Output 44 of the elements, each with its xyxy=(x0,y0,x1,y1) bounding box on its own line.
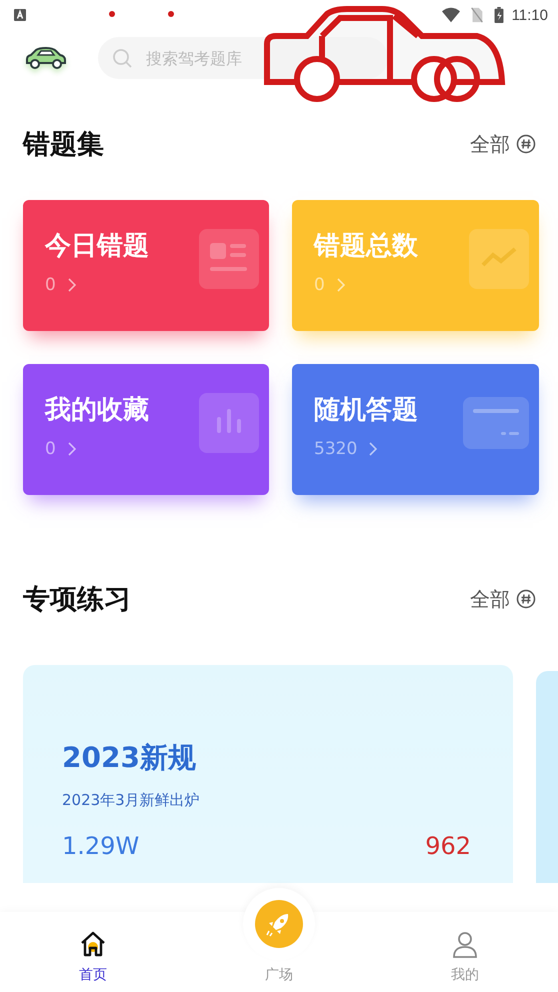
view-all-link[interactable]: 全部 xyxy=(470,586,536,612)
card-icon xyxy=(463,397,529,449)
tab-item[interactable]: 我的 xyxy=(420,930,510,984)
card-title: 我的收藏 xyxy=(45,394,149,427)
stat-value: 1.29W xyxy=(62,832,140,860)
card-count: 5320 xyxy=(314,439,358,459)
category-card[interactable]: 我的收藏 0 xyxy=(23,364,269,495)
view-all-link[interactable]: 全部 xyxy=(470,130,536,158)
category-card[interactable]: 今日错题 0 xyxy=(23,200,269,331)
card-title: 今日错题 xyxy=(45,230,149,263)
tab-item[interactable]: 首页 xyxy=(48,930,138,984)
dot-icon xyxy=(109,11,115,17)
trend-icon xyxy=(469,229,529,289)
stat-value: 962 xyxy=(425,832,471,860)
battery-icon xyxy=(494,7,504,23)
card-subtitle: 2023年3月新鲜出炉 xyxy=(62,791,201,810)
card-title: 随机答题 xyxy=(314,394,418,427)
card-title: 错题总数 xyxy=(314,230,418,263)
chevron-right-icon xyxy=(369,442,378,456)
article-icon xyxy=(199,229,259,289)
section-title: 错题集 xyxy=(23,128,104,162)
search-icon xyxy=(112,48,132,68)
card-count: 0 xyxy=(314,275,325,295)
car-icon[interactable] xyxy=(24,46,68,70)
card-title: 2023新规 xyxy=(62,740,197,776)
hash-icon xyxy=(516,134,536,154)
wifi-icon xyxy=(442,7,460,23)
status-time: 11:10 xyxy=(512,6,548,24)
hash-icon xyxy=(516,589,536,609)
dot-icon xyxy=(168,11,174,17)
search-field[interactable]: 搜索驾考题库 xyxy=(98,37,388,79)
chevron-right-icon xyxy=(336,278,345,292)
notification-icon xyxy=(14,9,26,21)
rocket-icon xyxy=(255,900,303,948)
card-count: 0 xyxy=(45,439,56,459)
practice-card[interactable]: 2023新规 2023年3月新鲜出炉 1.29W 962 xyxy=(23,665,513,883)
chevron-right-icon xyxy=(68,278,76,292)
bar-chart-icon xyxy=(199,393,259,453)
chevron-right-icon xyxy=(68,442,76,456)
section-title: 专项练习 xyxy=(23,583,131,617)
user-icon xyxy=(451,930,479,958)
category-card[interactable]: 随机答题 5320 xyxy=(292,364,539,495)
home-icon xyxy=(79,930,107,958)
card-count: 0 xyxy=(45,275,56,295)
